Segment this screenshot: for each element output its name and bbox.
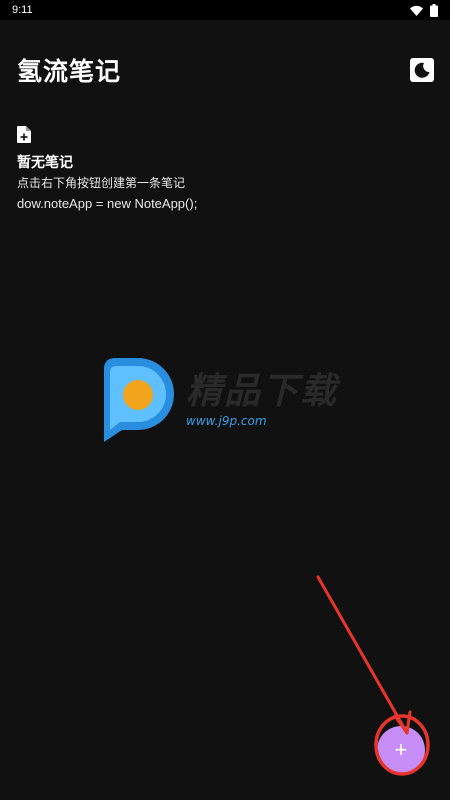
status-time: 9:11 — [12, 4, 33, 16]
note-add-icon — [17, 126, 31, 143]
code-snippet-text: dow.noteApp = new NoteApp(); — [17, 196, 198, 211]
add-note-button[interactable]: + — [377, 726, 425, 774]
empty-state-title: 暂无笔记 — [17, 155, 73, 171]
status-icons — [410, 3, 438, 17]
watermark: 精品下载 www.j9p.com — [100, 358, 360, 442]
status-bar: 9:11 — [0, 0, 450, 20]
empty-state-hint: 点击右下角按钮创建第一条笔记 — [17, 176, 186, 190]
annotation-arrow — [316, 575, 409, 735]
watermark-logo — [104, 358, 174, 442]
watermark-url: www.j9p.com — [186, 414, 267, 428]
watermark-text: 精品下载 www.j9p.com — [186, 371, 339, 429]
battery-icon — [430, 3, 438, 17]
app-title: 氢流笔记 — [17, 57, 122, 86]
add-icon: + — [394, 737, 408, 762]
watermark-title: 精品下载 — [186, 371, 339, 412]
empty-state: 暂无笔记 点击右下角按钮创建第一条笔记 dow.noteApp = new No… — [17, 126, 197, 214]
moon-icon — [414, 62, 430, 78]
app-header: 氢流笔记 — [17, 52, 434, 88]
wifi-icon — [410, 5, 423, 16]
theme-toggle-button[interactable] — [410, 58, 434, 82]
